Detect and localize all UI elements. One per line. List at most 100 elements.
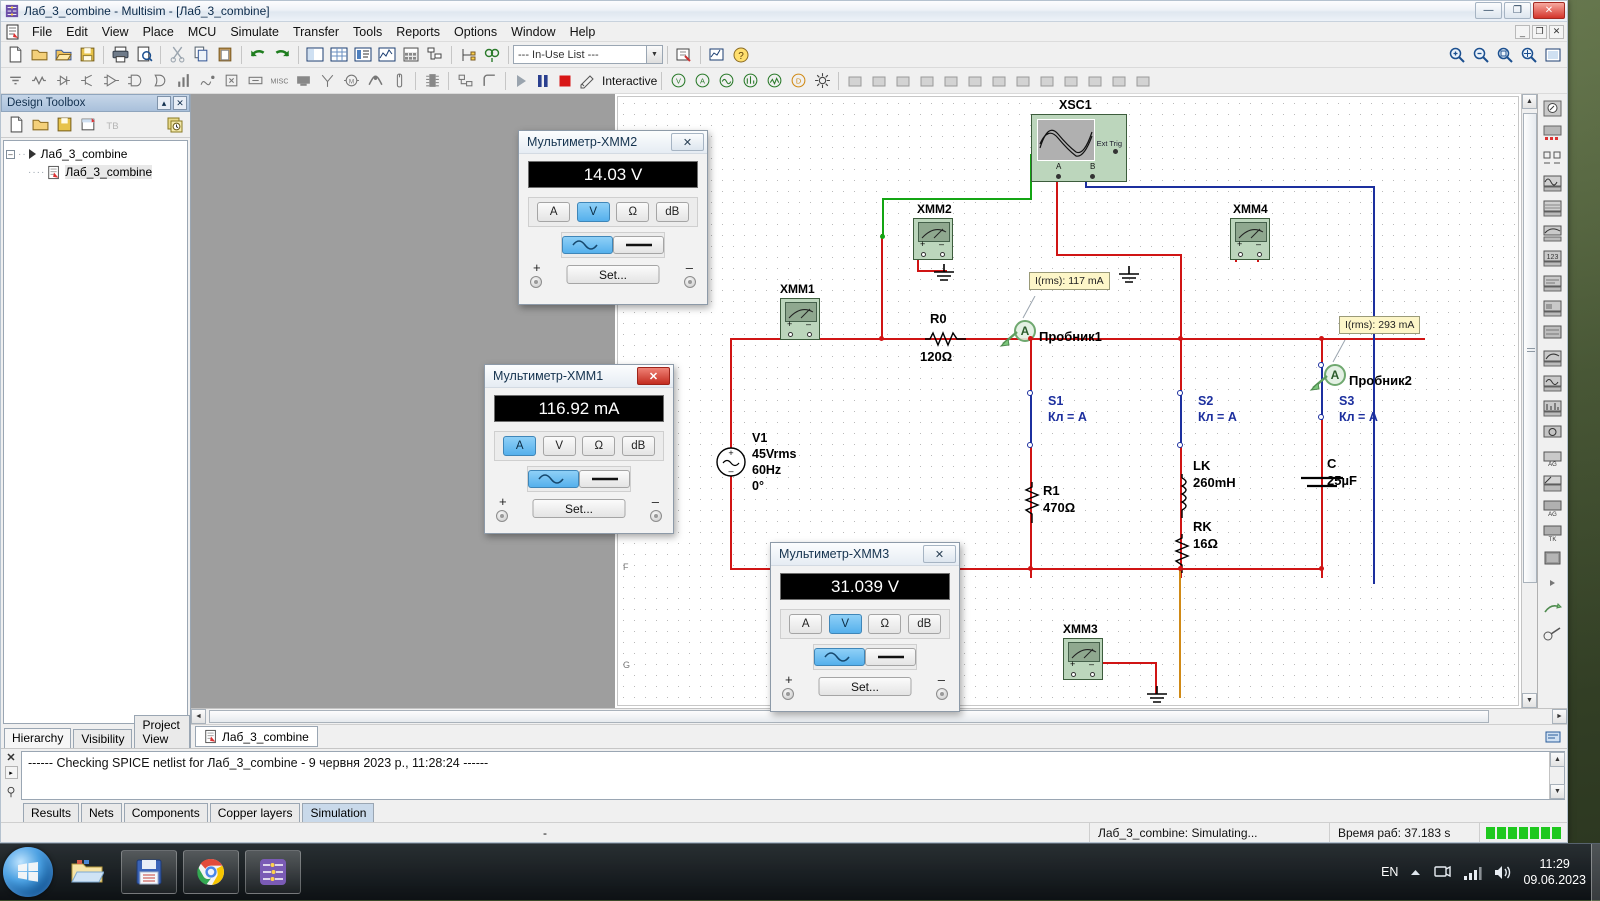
- spreadsheet-view-icon[interactable]: [327, 43, 351, 66]
- xmm1-symbol[interactable]: + –: [780, 298, 820, 340]
- paste-icon[interactable]: [213, 43, 237, 66]
- gray-tool-2-icon[interactable]: [867, 69, 891, 92]
- mdi-close-button[interactable]: ✕: [1549, 25, 1564, 39]
- agilent-oscilloscope-icon[interactable]: AG: [1540, 496, 1565, 520]
- wattmeter-icon[interactable]: [1540, 146, 1565, 170]
- xmm3-minus-terminal[interactable]: [936, 688, 948, 700]
- xmm2-symbol[interactable]: + –: [913, 218, 953, 260]
- xmm1-mode-v[interactable]: V: [543, 436, 576, 456]
- function-generator-icon[interactable]: [1540, 121, 1565, 145]
- place-power-icon[interactable]: [243, 69, 267, 92]
- save-icon[interactable]: [75, 43, 99, 66]
- menu-item-reports[interactable]: Reports: [389, 23, 447, 41]
- place-source-icon[interactable]: [3, 69, 27, 92]
- xmm1-mode-db[interactable]: dB: [622, 436, 655, 456]
- xmm2-set-button[interactable]: Set...: [567, 265, 660, 284]
- menu-item-transfer[interactable]: Transfer: [286, 23, 346, 41]
- database-icon[interactable]: [351, 43, 375, 66]
- xmm4-symbol[interactable]: + –: [1230, 218, 1270, 260]
- undo-icon[interactable]: [246, 43, 270, 66]
- sheet-tab[interactable]: Лаб_3_combine: [195, 726, 318, 747]
- word-generator-icon[interactable]: [1540, 271, 1565, 295]
- schematic-sheet[interactable]: E F G: [615, 94, 1521, 708]
- menu-item-window[interactable]: Window: [504, 23, 562, 41]
- spice-close-button[interactable]: ✕: [6, 751, 15, 764]
- place-advanced-periph-icon[interactable]: [291, 69, 315, 92]
- canvas-vertical-scrollbar[interactable]: ▲ ▼: [1521, 94, 1537, 708]
- tab-project-view[interactable]: Project View: [134, 715, 190, 748]
- distortion-analyzer-icon[interactable]: [1540, 371, 1565, 395]
- gray-tool-10-icon[interactable]: [1059, 69, 1083, 92]
- xmm3-dc-button[interactable]: [865, 648, 916, 666]
- xmm1-mode-a[interactable]: A: [503, 436, 536, 456]
- xmm2-close-button[interactable]: ✕: [671, 133, 704, 151]
- xmm2-minus-terminal[interactable]: [684, 276, 696, 288]
- history-icon[interactable]: [164, 114, 186, 135]
- spice-expand-button[interactable]: ▸: [5, 766, 18, 779]
- xmm1-minus-terminal[interactable]: [650, 510, 662, 522]
- cut-icon[interactable]: [165, 43, 189, 66]
- run-analysis-icon[interactable]: [705, 43, 729, 66]
- spice-tab-copper-layers[interactable]: Copper layers: [210, 803, 301, 822]
- analysis-noise-icon[interactable]: [762, 69, 786, 92]
- r0-symbol[interactable]: [925, 330, 971, 348]
- spice-pin-icon[interactable]: [4, 785, 18, 799]
- xmm2-mode-ohm[interactable]: Ω: [616, 202, 649, 222]
- gray-tool-6-icon[interactable]: [963, 69, 987, 92]
- spice-scrollbar[interactable]: ▲ ▼: [1549, 752, 1564, 799]
- zoom-out-icon[interactable]: [1469, 43, 1493, 66]
- zoom-fit-icon[interactable]: [1517, 43, 1541, 66]
- mdi-restore-button[interactable]: ❐: [1532, 25, 1547, 39]
- menu-item-mcu[interactable]: MCU: [181, 23, 223, 41]
- fullscreen-icon[interactable]: [1541, 43, 1565, 66]
- volume-icon[interactable]: [1493, 864, 1512, 881]
- xmm3-mode-a[interactable]: A: [789, 614, 822, 634]
- xmm2-mode-a[interactable]: A: [537, 202, 570, 222]
- gray-tool-1-icon[interactable]: [843, 69, 867, 92]
- place-analog-icon[interactable]: [99, 69, 123, 92]
- interactive-sim-icon[interactable]: [576, 71, 598, 91]
- xmm2-dc-button[interactable]: [613, 236, 664, 254]
- gray-tool-9-icon[interactable]: [1035, 69, 1059, 92]
- chrome-taskbar-item[interactable]: [183, 850, 239, 894]
- labview-instruments-icon[interactable]: [1540, 546, 1565, 570]
- new-icon[interactable]: [3, 43, 27, 66]
- run-simulation-button[interactable]: [510, 71, 532, 91]
- new-subsheet-icon[interactable]: [77, 114, 99, 135]
- tab-hierarchy[interactable]: Hierarchy: [4, 728, 71, 748]
- spice-message-area[interactable]: ------ Checking SPICE netlist for Лаб_3_…: [21, 751, 1565, 800]
- oscilloscope-icon[interactable]: [1540, 171, 1565, 195]
- xmm2-ac-button[interactable]: [562, 236, 613, 254]
- ungroup-icon[interactable]: [456, 43, 480, 66]
- xmm3-mode-v[interactable]: V: [829, 614, 862, 634]
- show-desktop-button[interactable]: [1591, 844, 1600, 901]
- minimize-button[interactable]: —: [1475, 2, 1502, 19]
- place-cmos-icon[interactable]: [147, 69, 171, 92]
- frequency-counter-icon[interactable]: 123: [1540, 246, 1565, 270]
- tree-child-row[interactable]: ···· Лаб_3_combine: [6, 163, 185, 181]
- logic-analyzer-icon[interactable]: [1540, 321, 1565, 345]
- agilent-function-gen-icon[interactable]: AG: [1540, 446, 1565, 470]
- postprocessor-icon[interactable]: [399, 43, 423, 66]
- r1-symbol[interactable]: [1023, 482, 1041, 528]
- scroll-left-button[interactable]: ◄: [191, 709, 206, 724]
- xmm2-mode-v[interactable]: V: [577, 202, 610, 222]
- menu-item-help[interactable]: Help: [563, 23, 603, 41]
- analysis-fourier-icon[interactable]: [738, 69, 762, 92]
- pause-simulation-button[interactable]: [532, 71, 554, 91]
- spice-tab-nets[interactable]: Nets: [81, 803, 122, 822]
- menu-item-view[interactable]: View: [95, 23, 136, 41]
- grapher-icon[interactable]: [375, 43, 399, 66]
- scroll-down-button[interactable]: ▼: [1522, 693, 1537, 708]
- zoom-area-icon[interactable]: [1493, 43, 1517, 66]
- gray-tool-11-icon[interactable]: [1083, 69, 1107, 92]
- tree-root-row[interactable]: – ·· Лаб_3_combine: [6, 145, 185, 163]
- component-search-icon[interactable]: [672, 43, 696, 66]
- multimeter-xmm2-dialog[interactable]: Мультиметр-XMM2 ✕ 14.03 V A V Ω dB + – S…: [518, 130, 708, 305]
- open-sheet-icon[interactable]: [29, 114, 51, 135]
- menu-item-tools[interactable]: Tools: [346, 23, 389, 41]
- place-indicator-icon[interactable]: [219, 69, 243, 92]
- toggle-design-toolbox-icon[interactable]: [303, 43, 327, 66]
- maximize-button[interactable]: ❐: [1504, 2, 1531, 19]
- close-button[interactable]: ✕: [1533, 2, 1565, 19]
